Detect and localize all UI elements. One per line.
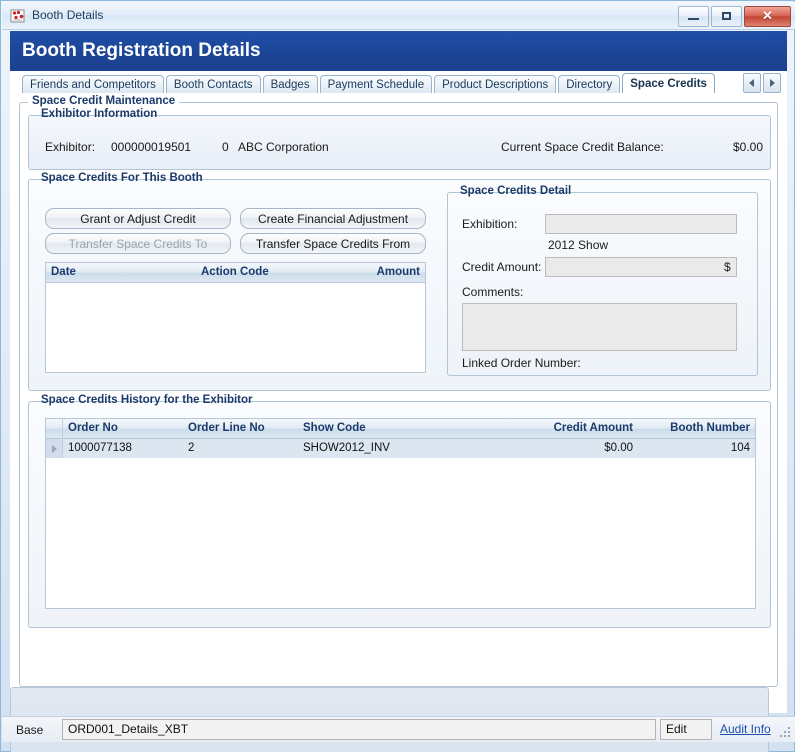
table-row[interactable]: 1000077138 2 SHOW2012_INV $0.00 104 [46,439,755,458]
cell-show-code: SHOW2012_INV [298,439,522,458]
edit-mode-field[interactable]: Edit [660,719,712,740]
credit-amount-input[interactable] [545,257,737,277]
cell-order-no: 1000077138 [63,439,183,458]
client-area: Booth Registration Details Friends and C… [10,31,787,713]
cell-credit-amount: $0.00 [522,439,638,458]
column-header-action-code[interactable]: Action Code [196,263,336,282]
exhibitor-sequence: 0 [222,140,229,154]
app-icon [10,8,26,24]
row-indicator-header [46,419,63,438]
page-banner: Booth Registration Details [10,31,787,71]
column-header-show-code[interactable]: Show Code [298,419,522,438]
page-title: Booth Registration Details [22,40,261,62]
audit-info-link[interactable]: Audit Info [720,722,771,736]
space-credits-grid-header: Date Action Code Amount [46,263,425,283]
group-space-credits-detail: Space Credits Detail Exhibition: 2012 Sh… [447,192,758,376]
create-financial-adjustment-button[interactable]: Create Financial Adjustment [240,208,426,229]
title-bar: Booth Details ✕ [2,2,795,30]
base-value-field[interactable]: ORD001_Details_XBT [62,719,656,740]
credit-amount-label: Credit Amount: [462,260,541,274]
column-header-date[interactable]: Date [46,263,196,282]
group-legend-exhibitor-information: Exhibitor Information [37,108,161,120]
group-space-credit-maintenance: Space Credit Maintenance Exhibitor Infor… [19,102,778,687]
tab-list: Friends and Competitors Booth Contacts B… [22,73,717,94]
tab-scroll-left-button[interactable] [743,73,761,93]
history-grid-header: Order No Order Line No Show Code Credit … [46,419,755,439]
base-label: Base [16,723,43,737]
chevron-left-icon [749,79,754,87]
window-controls: ✕ [678,6,791,27]
group-legend-space-credits-detail: Space Credits Detail [456,185,575,197]
column-header-order-line-no[interactable]: Order Line No [183,419,298,438]
application-window: Booth Details ✕ Booth Registration Detai… [0,0,795,752]
group-legend-history: Space Credits History for the Exhibitor [37,394,257,406]
minimize-icon [688,18,699,20]
group-space-credits-history: Space Credits History for the Exhibitor … [28,401,771,628]
column-header-order-no[interactable]: Order No [63,419,183,438]
tab-scroll-right-button[interactable] [763,73,781,93]
minimize-button[interactable] [678,6,709,27]
tab-scroll-controls [743,73,781,93]
tab-product-descriptions[interactable]: Product Descriptions [434,75,556,94]
tab-strip: Friends and Competitors Booth Contacts B… [10,71,787,94]
tab-badges[interactable]: Badges [263,75,318,94]
window-title: Booth Details [32,8,103,22]
group-legend-space-credits-for-booth: Space Credits For This Booth [37,172,207,184]
tab-friends-and-competitors[interactable]: Friends and Competitors [22,75,164,94]
resize-grip-icon[interactable] [780,727,792,739]
group-exhibitor-information: Exhibitor Information Exhibitor: 0000000… [28,115,771,170]
chevron-right-icon [770,79,775,87]
history-grid[interactable]: Order No Order Line No Show Code Credit … [45,418,756,609]
tab-space-credits[interactable]: Space Credits [622,73,715,94]
close-icon: ✕ [745,7,790,26]
exhibitor-label: Exhibitor: [45,140,95,154]
tab-directory[interactable]: Directory [558,75,620,94]
cell-order-line-no: 2 [183,439,298,458]
exhibitor-name: ABC Corporation [238,140,329,154]
space-credits-grid[interactable]: Date Action Code Amount [45,262,426,373]
maximize-icon [722,12,731,20]
space-credit-balance-label: Current Space Credit Balance: [501,140,664,154]
comments-label: Comments: [462,285,523,299]
exhibition-label: Exhibition: [462,217,517,231]
tab-payment-schedule[interactable]: Payment Schedule [320,75,433,94]
transfer-space-credits-from-button[interactable]: Transfer Space Credits From [240,233,426,254]
currency-symbol-icon: $ [724,260,731,274]
group-legend-maintenance: Space Credit Maintenance [28,95,179,107]
exhibitor-number: 000000019501 [111,140,191,154]
cell-booth-number: 104 [638,439,755,458]
space-credit-balance-value: $0.00 [717,140,763,154]
maximize-button[interactable] [711,6,742,27]
transfer-space-credits-to-button[interactable]: Transfer Space Credits To [45,233,231,254]
status-bar: Base ORD001_Details_XBT Edit Audit Info [2,716,795,742]
tab-content-space-credits: Space Credit Maintenance Exhibitor Infor… [10,93,787,713]
column-header-booth-number[interactable]: Booth Number [638,419,755,438]
grant-or-adjust-credit-button[interactable]: Grant or Adjust Credit [45,208,231,229]
exhibition-caption: 2012 Show [548,238,608,252]
row-indicator-icon [46,439,63,458]
exhibition-input[interactable] [545,214,737,234]
tab-booth-contacts[interactable]: Booth Contacts [166,75,261,94]
close-button[interactable]: ✕ [744,6,791,27]
group-space-credits-for-booth: Space Credits For This Booth Grant or Ad… [28,179,771,391]
column-header-amount[interactable]: Amount [336,263,425,282]
linked-order-number-label: Linked Order Number: [462,356,581,370]
comments-textarea[interactable] [462,303,737,351]
window-frame: Booth Details ✕ Booth Registration Detai… [0,0,795,752]
column-header-credit-amount[interactable]: Credit Amount [522,419,638,438]
